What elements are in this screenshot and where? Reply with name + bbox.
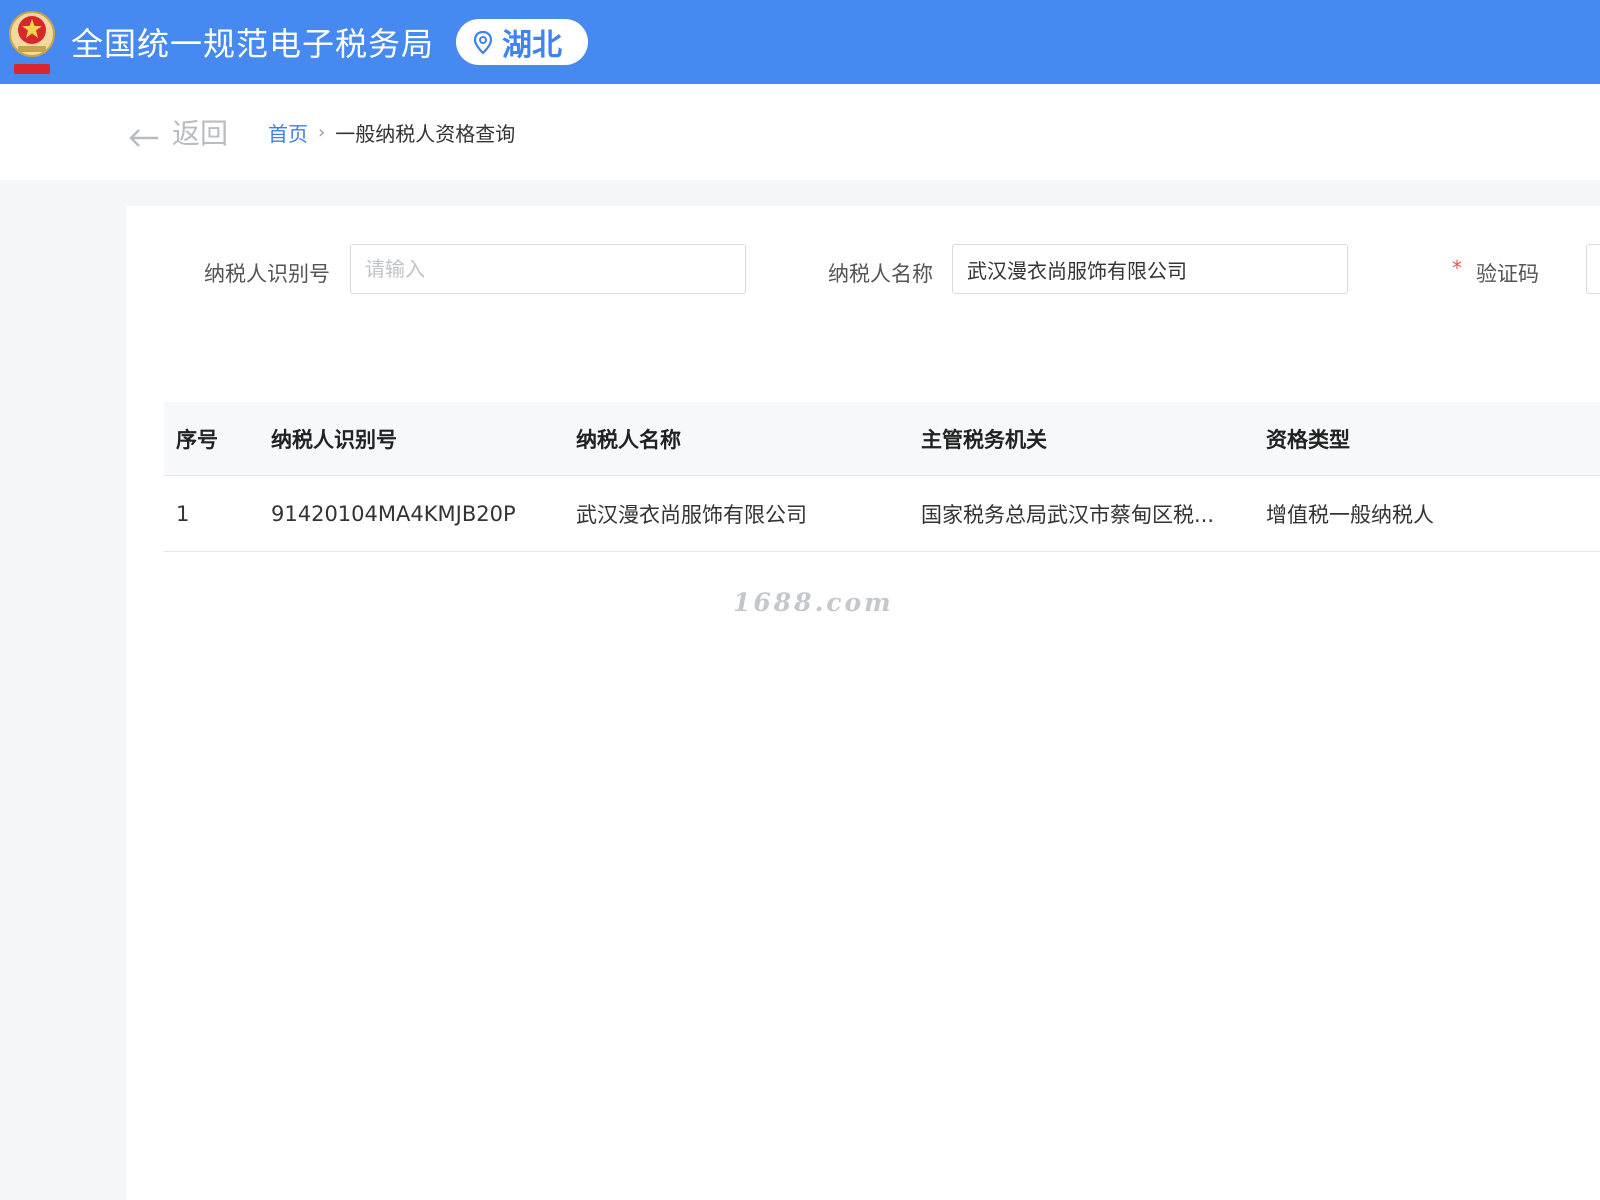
breadcrumb-bar: 返回 首页 › 一般纳税人资格查询 bbox=[0, 84, 1600, 180]
cell-tax-authority: 国家税务总局武汉市蔡甸区税... bbox=[921, 502, 1215, 527]
tax-emblem-icon bbox=[5, 6, 59, 78]
location-pin-icon bbox=[472, 29, 494, 55]
captcha-label: 验证码 bbox=[1476, 262, 1539, 286]
breadcrumb-home-link[interactable]: 首页 bbox=[268, 118, 308, 147]
table-header: 序号 纳税人识别号 纳税人名称 主管税务机关 资格类型 bbox=[164, 402, 1600, 476]
cell-taxpayer-name: 武汉漫衣尚服饰有限公司 bbox=[576, 502, 807, 527]
header-index: 序号 bbox=[176, 427, 218, 452]
header-tax-authority: 主管税务机关 bbox=[921, 427, 1047, 452]
back-label: 返回 bbox=[172, 117, 229, 150]
cell-qualification-type: 增值税一般纳税人 bbox=[1266, 502, 1434, 527]
watermark: 1688.com bbox=[733, 588, 894, 617]
region-selector[interactable]: 湖北 bbox=[456, 19, 589, 65]
header-taxpayer-id: 纳税人识别号 bbox=[271, 427, 397, 452]
query-form: 纳税人识别号 纳税人名称 * 验证码 bbox=[126, 244, 1600, 296]
taxpayer-id-input[interactable] bbox=[350, 244, 746, 294]
back-button[interactable]: 返回 bbox=[128, 112, 228, 152]
taxpayer-name-label: 纳税人名称 bbox=[828, 262, 933, 286]
site-title: 全国统一规范电子税务局 bbox=[71, 25, 435, 63]
query-card: 纳税人识别号 纳税人名称 * 验证码 序号 纳税人识别号 纳税人名称 主管税务机… bbox=[126, 206, 1600, 1200]
region-label: 湖北 bbox=[502, 28, 563, 63]
arrow-left-icon bbox=[128, 122, 160, 147]
required-mark: * bbox=[1452, 256, 1462, 280]
table-row: 1 91420104MA4KMJB20P 武汉漫衣尚服饰有限公司 国家税务总局武… bbox=[164, 476, 1600, 552]
captcha-input[interactable] bbox=[1586, 244, 1600, 294]
header-qualification-type: 资格类型 bbox=[1266, 427, 1350, 452]
result-table: 序号 纳税人识别号 纳税人名称 主管税务机关 资格类型 1 91420104MA… bbox=[164, 402, 1600, 552]
breadcrumb-current: 一般纳税人资格查询 bbox=[335, 121, 516, 146]
cell-index: 1 bbox=[176, 501, 190, 526]
taxpayer-id-label: 纳税人识别号 bbox=[204, 262, 330, 286]
breadcrumb-separator: › bbox=[318, 121, 326, 143]
header-taxpayer-name: 纳税人名称 bbox=[576, 427, 681, 452]
cell-taxpayer-id: 91420104MA4KMJB20P bbox=[271, 501, 516, 526]
taxpayer-name-input[interactable] bbox=[952, 244, 1348, 294]
top-header: 全国统一规范电子税务局 湖北 bbox=[0, 0, 1600, 84]
